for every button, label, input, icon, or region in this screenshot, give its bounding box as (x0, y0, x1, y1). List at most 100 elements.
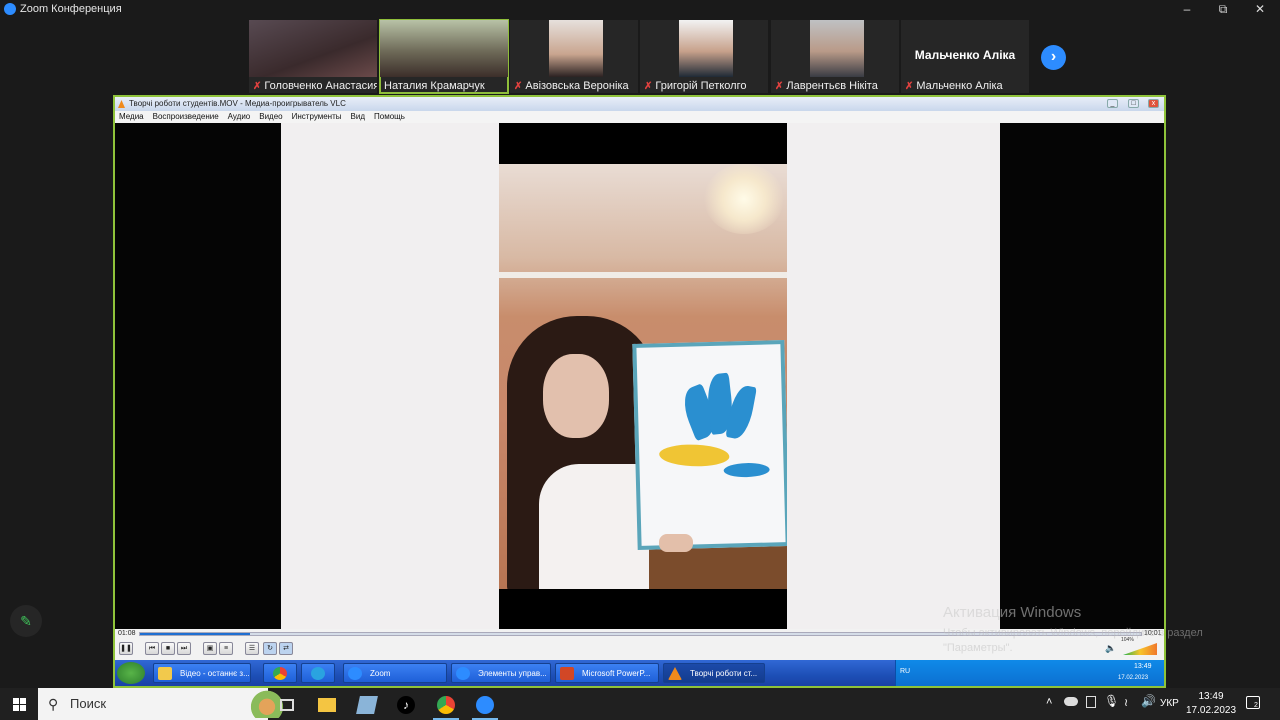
search-placeholder: Поиск (70, 696, 107, 711)
explorer-button[interactable] (310, 692, 344, 718)
volume-icon[interactable]: 🔊 (1141, 694, 1156, 708)
menu-view[interactable]: Вид (351, 111, 365, 123)
onedrive-icon[interactable] (1064, 697, 1078, 706)
participant-tile[interactable]: ✗ Головченко Анастасия (249, 20, 377, 93)
search-icon: ⚲ (48, 696, 59, 712)
xp-clock-time: 13:49 (1134, 663, 1152, 670)
vlc-close-button[interactable]: x (1148, 99, 1159, 108)
loop-button[interactable]: ↻ (263, 642, 277, 655)
xp-task-folder[interactable]: Відео - останнє з... (153, 663, 251, 683)
extended-settings-button[interactable]: ≡ (219, 642, 233, 655)
tiktok-button[interactable]: ♪ (389, 692, 423, 718)
participant-name: Головченко Анастасия (264, 80, 377, 92)
zoom-icon (348, 667, 362, 680)
participant-video (249, 20, 377, 77)
mic-muted-icon: ✗ (905, 80, 914, 92)
start-button[interactable] (0, 688, 38, 720)
fullscreen-button[interactable]: ▣ (203, 642, 217, 655)
menu-audio[interactable]: Аудио (228, 111, 251, 123)
video-frame (499, 123, 787, 629)
participant-video (549, 20, 603, 77)
network-drive-icon[interactable] (1086, 696, 1096, 708)
participant-name: Григорій Петколго (655, 80, 747, 92)
xp-task-zoom-controls[interactable]: Элементы управ... (451, 663, 551, 683)
xp-task-powerpoint[interactable]: Microsoft PowerP... (555, 663, 659, 683)
menu-video[interactable]: Видео (259, 111, 282, 123)
participant-video (380, 20, 508, 77)
participant-tile[interactable]: ✗ Григорій Петколго (640, 20, 768, 93)
zoom-taskbar-button[interactable] (468, 692, 502, 720)
shuffle-button[interactable]: ⇄ (279, 642, 293, 655)
ceiling-molding (499, 272, 787, 278)
vlc-cone-icon (118, 100, 125, 108)
task-view-button[interactable] (270, 692, 304, 718)
participant-name: Авізовська Вероніка (525, 80, 629, 92)
time-elapsed: 01:08 (118, 630, 136, 637)
xp-task-chrome[interactable] (263, 663, 297, 683)
search-input[interactable]: ⚲ Поиск (38, 688, 303, 720)
taskbar-clock[interactable]: 13:49 17.02.2023 (1186, 690, 1236, 718)
shared-screen: Творчі роботи студентів.MOV - Медиа-прои… (113, 95, 1166, 688)
mic-muted-icon: ✗ (644, 80, 653, 92)
windows-logo-icon (13, 698, 19, 704)
stop-button[interactable]: ■ (161, 642, 175, 655)
notes-app-button[interactable] (350, 692, 384, 718)
participant-name: Мальченко Аліка (916, 80, 1003, 92)
chrome-button[interactable] (429, 692, 463, 720)
vlc-window-title: Творчі роботи студентів.MOV - Медиа-прои… (129, 99, 346, 108)
vlc-titlebar: Творчі роботи студентів.MOV - Медиа-прои… (115, 97, 1164, 111)
menu-help[interactable]: Помощь (374, 111, 405, 123)
xp-task-zoom[interactable]: Zoom (343, 663, 447, 683)
mic-muted-icon: ✗ (514, 80, 523, 92)
activation-message: Чтобы активировать Windows, перейдите в … (943, 627, 1203, 654)
vlc-minimize-button[interactable]: _ (1107, 99, 1118, 108)
participant-display-name: Мальченко Аліка (914, 48, 1016, 62)
zoom-icon (476, 696, 494, 714)
task-view-icon (280, 699, 294, 711)
notification-center-button[interactable]: 2 (1246, 696, 1260, 709)
next-button[interactable]: ⏭ (177, 642, 191, 655)
zoom-titlebar: Zoom Конференция – ⧉ ✕ (0, 0, 1280, 18)
participant-tile-active[interactable]: Наталия Крамарчук (379, 19, 509, 94)
zoom-icon (456, 667, 470, 680)
xp-lang-indicator[interactable]: RU (900, 668, 910, 675)
vlc-maximize-button[interactable]: □ (1128, 99, 1139, 108)
video-area[interactable] (115, 123, 1164, 629)
chevron-up-icon[interactable]: ˄ (1046, 696, 1052, 708)
microphone-icon[interactable]: 🎙 (1104, 694, 1119, 708)
participant-tile[interactable]: Мальченко Аліка ✗ Мальченко Аліка (901, 20, 1029, 93)
menu-playback[interactable]: Воспроизведение (153, 111, 219, 123)
annotate-button[interactable]: ✎ (10, 605, 42, 637)
pause-button[interactable]: ❚❚ (119, 642, 133, 655)
person-hand (659, 534, 693, 552)
close-button[interactable]: ✕ (1243, 0, 1277, 18)
playlist-button[interactable]: ☰ (245, 642, 259, 655)
powerpoint-icon (560, 667, 574, 680)
folder-icon (158, 667, 172, 680)
participant-tile[interactable]: ✗ Лаврентьєв Нікіта (771, 20, 899, 93)
xp-task-vlc[interactable]: Творчі роботи ст... (663, 663, 765, 683)
mic-muted-icon: ✗ (775, 80, 784, 92)
participant-tile[interactable]: ✗ Авізовська Вероніка (510, 20, 638, 93)
next-page-button[interactable]: › (1041, 45, 1066, 70)
participant-name: Лаврентьєв Нікіта (786, 80, 878, 92)
xp-start-button[interactable] (117, 662, 145, 684)
notification-count: 2 (1254, 702, 1258, 709)
notes-icon (356, 696, 378, 714)
menu-tools[interactable]: Инструменты (292, 111, 342, 123)
window-title: Zoom Конференция (20, 3, 122, 15)
participant-video (679, 20, 733, 77)
menu-media[interactable]: Медиа (119, 111, 144, 123)
seek-progress (140, 633, 251, 635)
pencil-icon: ✎ (20, 613, 32, 629)
xp-system-tray: RU 13:49 17.02.2023 (895, 660, 1164, 686)
wifi-icon[interactable]: ≀ (1124, 696, 1128, 709)
language-indicator[interactable]: УКР (1160, 698, 1179, 709)
person-face (543, 354, 609, 438)
minimize-button[interactable]: – (1170, 0, 1204, 18)
restore-button[interactable]: ⧉ (1206, 0, 1240, 18)
clock-date: 17.02.2023 (1186, 705, 1237, 716)
chrome-icon (437, 696, 455, 714)
previous-button[interactable]: ⏮ (145, 642, 159, 655)
xp-task-telegram[interactable] (301, 663, 335, 683)
